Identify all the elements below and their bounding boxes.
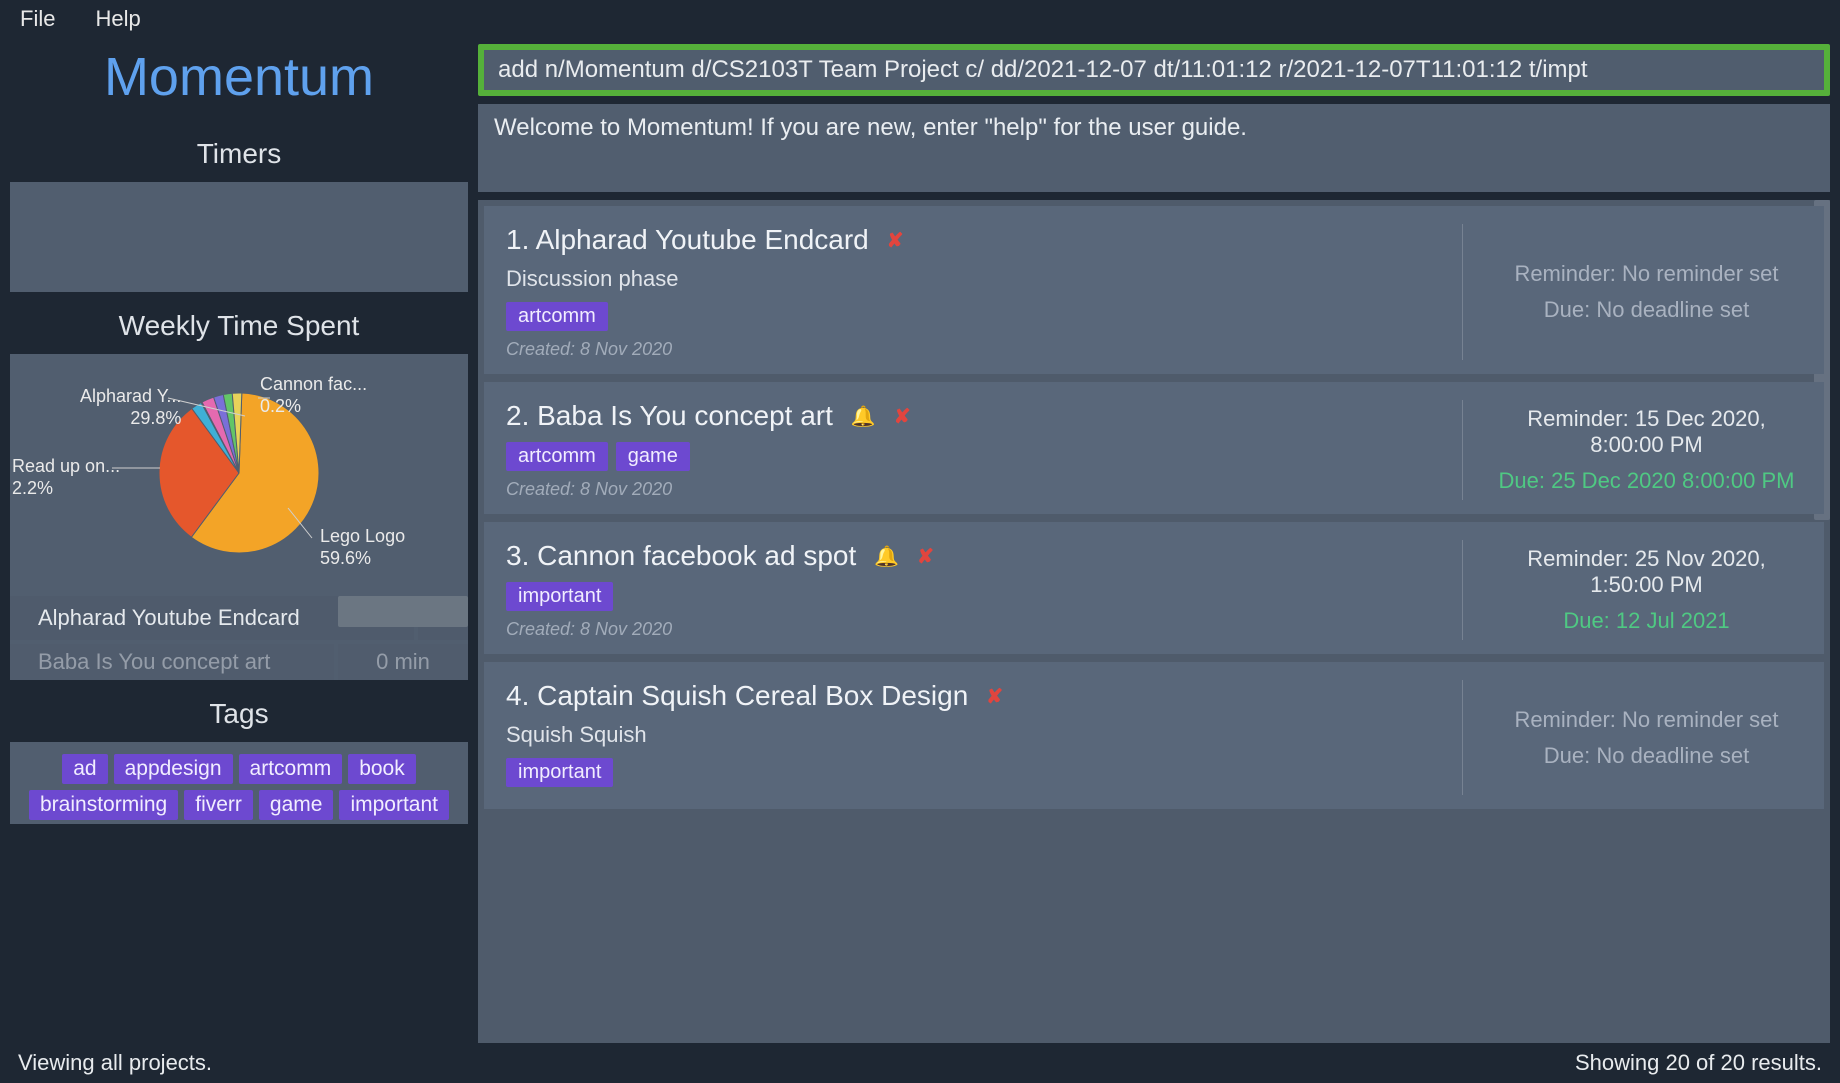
pie-label-cannon: Cannon fac...0.2% <box>260 374 367 417</box>
project-card[interactable]: 3. Cannon facebook ad spot🔔✘importantCre… <box>484 522 1824 654</box>
pie-label-readup: Read up on...2.2% <box>12 456 120 499</box>
project-description: Discussion phase <box>506 266 1446 292</box>
project-tag-list: important <box>506 758 1446 787</box>
project-title: 1. Alpharad Youtube Endcard✘ <box>506 224 1446 256</box>
sidebar-tag[interactable]: fiverr <box>184 790 253 820</box>
status-right: Showing 20 of 20 results. <box>1575 1050 1822 1076</box>
project-title: 2. Baba Is You concept art🔔✘ <box>506 400 1446 432</box>
project-reminder: Reminder: No reminder set <box>1491 707 1802 733</box>
project-card[interactable]: 4. Captain Squish Cereal Box Design✘ Squi… <box>484 662 1824 809</box>
timers-panel: Timers <box>10 128 468 292</box>
app-title: Momentum <box>10 38 468 120</box>
incomplete-icon: ✘ <box>986 684 1003 709</box>
sidebar-tag[interactable]: important <box>339 790 449 820</box>
incomplete-icon: ✘ <box>894 404 911 429</box>
weekly-header: Weekly Time Spent <box>10 300 468 354</box>
project-list[interactable]: 1. Alpharad Youtube Endcard✘ Discussion p… <box>478 200 1830 1043</box>
project-tag[interactable]: important <box>506 758 613 787</box>
main-content: Momentum Timers Weekly Time Spent Cannon… <box>0 38 1840 1043</box>
project-tag-list: artcomm game <box>506 442 1446 471</box>
bell-icon: 🔔 <box>851 404 876 429</box>
project-tag-list: important <box>506 582 1446 611</box>
project-created-date: Created: 8 Nov 2020 <box>506 339 1446 360</box>
sidebar: Momentum Timers Weekly Time Spent Cannon… <box>10 38 468 1043</box>
menubar: File Help <box>0 0 1840 38</box>
project-due: Due: 12 Jul 2021 <box>1491 608 1802 634</box>
project-card[interactable]: 1. Alpharad Youtube Endcard✘ Discussion p… <box>484 206 1824 374</box>
time-spent-table: Alpharad Youtube Endcard 24 hr Baba Is Y… <box>10 592 468 680</box>
timers-body <box>10 182 468 292</box>
project-due: Due: 25 Dec 2020 8:00:00 PM <box>1491 468 1802 494</box>
sidebar-tag[interactable]: book <box>348 754 416 784</box>
menu-file[interactable]: File <box>20 6 55 32</box>
tags-panel: Tags adappdesignartcommbook brainstorming… <box>10 688 468 824</box>
project-due: Due: No deadline set <box>1491 297 1802 323</box>
project-reminder: Reminder: 15 Dec 2020, 8:00:00 PM <box>1491 406 1802 458</box>
pie-chart: Cannon fac...0.2% Alpharad Y...29.8% Rea… <box>10 368 468 578</box>
sidebar-tag[interactable]: ad <box>62 754 107 784</box>
status-left: Viewing all projects. <box>18 1050 212 1076</box>
project-tag[interactable]: artcomm <box>506 442 608 471</box>
incomplete-icon: ✘ <box>887 228 904 253</box>
incomplete-icon: ✘ <box>917 544 934 569</box>
timers-header: Timers <box>10 128 468 182</box>
command-box <box>478 44 1830 96</box>
project-tag[interactable]: game <box>616 442 690 471</box>
project-tag[interactable]: important <box>506 582 613 611</box>
scrollbar-thumb[interactable] <box>338 596 468 627</box>
project-reminder: Reminder: No reminder set <box>1491 261 1802 287</box>
sidebar-tag[interactable]: brainstorming <box>29 790 178 820</box>
project-tag-list: artcomm <box>506 302 1446 331</box>
sidebar-tag[interactable]: game <box>259 790 334 820</box>
menu-help[interactable]: Help <box>95 6 140 32</box>
pie-label-alpharad: Alpharad Y...29.8% <box>80 386 181 429</box>
status-bar: Viewing all projects. Showing 20 of 20 r… <box>0 1043 1840 1083</box>
main-column: Welcome to Momentum! If you are new, ent… <box>478 38 1830 1043</box>
sidebar-tag[interactable]: artcomm <box>239 754 343 784</box>
tags-header: Tags <box>10 688 468 742</box>
weekly-time-panel: Weekly Time Spent Cannon fac...0.2% Alph… <box>10 300 468 680</box>
project-title: 4. Captain Squish Cereal Box Design✘ <box>506 680 1446 712</box>
project-card[interactable]: 2. Baba Is You concept art🔔✘artcommgameC… <box>484 382 1824 514</box>
time-row-value: 0 min <box>338 649 468 675</box>
project-description: Squish Squish <box>506 722 1446 748</box>
pie-chart-body: Cannon fac...0.2% Alpharad Y...29.8% Rea… <box>10 354 468 680</box>
project-title: 3. Cannon facebook ad spot🔔✘ <box>506 540 1446 572</box>
tags-body: adappdesignartcommbook brainstormingfiver… <box>10 742 468 824</box>
command-input[interactable] <box>498 56 1810 84</box>
bell-icon: 🔔 <box>874 544 899 569</box>
project-tag[interactable]: artcomm <box>506 302 608 331</box>
time-row-name: Baba Is You concept art <box>10 644 338 680</box>
sidebar-tag[interactable]: appdesign <box>114 754 233 784</box>
table-row[interactable]: Baba Is You concept art 0 min <box>10 640 468 680</box>
project-reminder: Reminder: 25 Nov 2020, 1:50:00 PM <box>1491 546 1802 598</box>
table-row[interactable]: Alpharad Youtube Endcard 24 hr <box>10 592 468 640</box>
project-created-date: Created: 8 Nov 2020 <box>506 479 1446 500</box>
project-created-date: Created: 8 Nov 2020 <box>506 619 1446 640</box>
pie-label-lego: Lego Logo59.6% <box>320 526 405 569</box>
project-due: Due: No deadline set <box>1491 743 1802 769</box>
result-display: Welcome to Momentum! If you are new, ent… <box>478 104 1830 192</box>
